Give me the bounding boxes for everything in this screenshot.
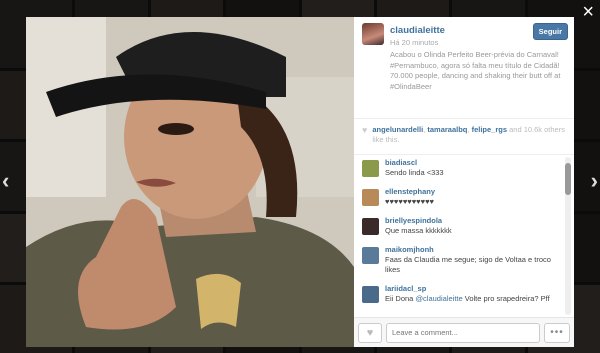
comment-username[interactable]: biadiascl [385,158,444,168]
comment-text: Eii Dona @claudialeitte Volte pro sraped… [385,294,550,303]
list-item: briellyespindola Que massa kkkkkkk [362,216,560,244]
comment-text: Que massa kkkkkkk [385,226,452,235]
comment-text: ♥♥♥♥♥♥♥♥♥♥♥ [385,197,434,206]
comment-input[interactable] [386,322,540,343]
heart-icon: ♥ [366,326,374,339]
previous-arrow-icon[interactable]: ‹ [2,168,9,194]
comment-footer: ♥ ••• [354,317,574,347]
liker-link[interactable]: felipe_rgs [472,125,507,134]
avatar[interactable] [362,247,379,264]
like-button[interactable]: ♥ [358,322,382,343]
comment-username[interactable]: briellyespindola [385,216,452,226]
list-item: biadiascl Sendo linda <333 [362,158,560,186]
likes-section: ♥ angelunardelli, tamaraalbq, felipe_rgs… [354,119,574,155]
follow-button[interactable]: Seguir [532,23,568,40]
scrollbar-thumb[interactable] [565,163,571,195]
comment-username[interactable]: maikomjhonh [385,245,560,255]
more-options-button[interactable]: ••• [544,322,570,343]
likes-text: angelunardelli, tamaraalbq, felipe_rgs a… [372,125,566,148]
comment-text-suffix: Volte pro srapedreira? Pff [462,294,550,303]
post-header: claudialeitte Há 20 minutos Acabou o Oli… [354,17,574,119]
list-item: lariidacl_sp Eii Dona @claudialeitte Volt… [362,284,560,317]
liker-link[interactable]: angelunardelli [372,125,423,134]
post-modal: claudialeitte Há 20 minutos Acabou o Oli… [26,17,574,347]
selfie-photo-illustration [26,17,354,347]
comments-list[interactable]: biadiascl Sendo linda <333 ellenstephany ♥… [354,155,574,317]
comment-text: Faas da Claudia me segue; sigo de Voltaa… [385,255,551,274]
liker-link[interactable]: tamaraalbq [427,125,467,134]
heart-icon: ♥ [362,125,368,135]
mention-link[interactable]: @claudialeitte [415,294,462,303]
comment-username[interactable]: ellenstephany [385,187,435,197]
comment-text: Sendo linda <333 [385,168,444,177]
avatar[interactable] [362,23,384,45]
next-arrow-icon[interactable]: › [591,168,598,194]
close-icon[interactable]: × [582,2,594,22]
post-caption: Acabou o Olinda Perfeito Beer-prévia do … [390,50,561,91]
avatar[interactable] [362,286,379,303]
post-photo [26,17,354,347]
post-sidebar: claudialeitte Há 20 minutos Acabou o Oli… [354,17,574,347]
avatar[interactable] [362,189,379,206]
comment-text-prefix: Eii Dona [385,294,416,303]
avatar[interactable] [362,218,379,235]
list-item: maikomjhonh Faas da Claudia me segue; sig… [362,245,560,283]
comment-username[interactable]: lariidacl_sp [385,284,550,294]
avatar[interactable] [362,160,379,177]
comments-scrollbar[interactable] [565,157,571,315]
list-item: ellenstephany ♥♥♥♥♥♥♥♥♥♥♥ [362,187,560,215]
